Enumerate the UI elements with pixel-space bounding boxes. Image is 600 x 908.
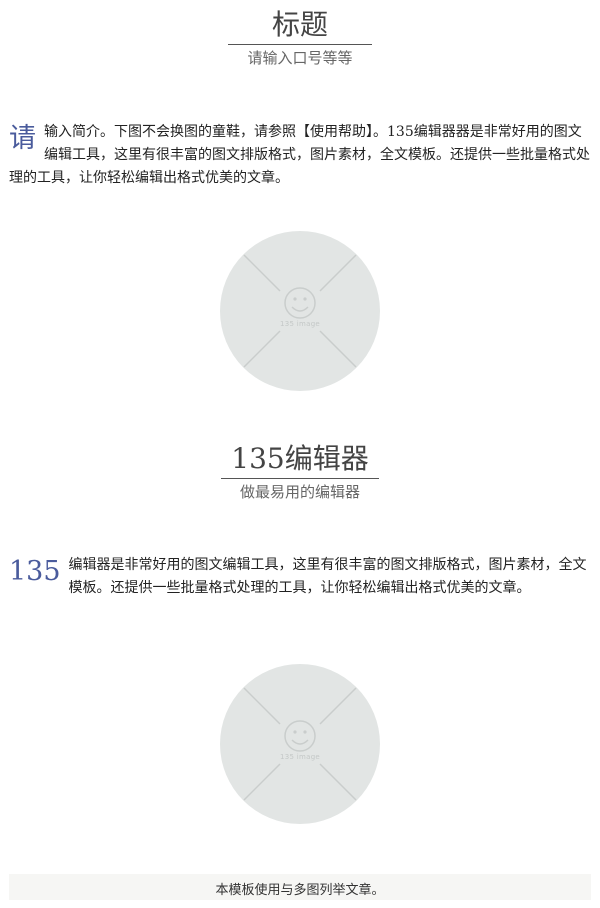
section-title: 135编辑器: [221, 442, 379, 479]
intro-text: 输入简介。下图不会换图的童鞋，请参照【使用帮助】。135编辑器器是非常好用的图文…: [9, 124, 590, 186]
section-paragraph: 135 编辑器是非常好用的图文编辑工具，这里有很丰富的图文排版格式，图片素材，全…: [9, 554, 593, 600]
section-slogan: 做最易用的编辑器: [239, 483, 360, 501]
dropcap: 请: [9, 123, 36, 154]
page-title: 标题: [228, 8, 372, 45]
placeholder-graphic: [243, 254, 357, 368]
smiley-icon: [284, 287, 316, 319]
page-slogan: 请输入口号等等: [247, 49, 353, 67]
intro-paragraph: 请 输入简介。下图不会换图的童鞋，请参照【使用帮助】。135编辑器器是非常好用的…: [9, 121, 593, 190]
footer-note: 本模板使用与多图列举文章。: [9, 874, 591, 900]
placeholder-graphic: [243, 687, 357, 801]
image-caption: 135 image: [279, 753, 321, 761]
image-placeholder[interactable]: 135 image: [220, 231, 380, 391]
title-block: 标题 请输入口号等等: [0, 8, 600, 69]
section-title-block: 135编辑器 做最易用的编辑器: [0, 442, 600, 503]
section-text: 编辑器是非常好用的图文编辑工具，这里有很丰富的图文排版格式，图片素材，全文模板。…: [68, 557, 587, 596]
smiley-icon: [284, 720, 316, 752]
dropcap: 135: [9, 556, 61, 587]
image-caption: 135 image: [279, 320, 321, 328]
image-placeholder[interactable]: 135 image: [220, 664, 380, 824]
